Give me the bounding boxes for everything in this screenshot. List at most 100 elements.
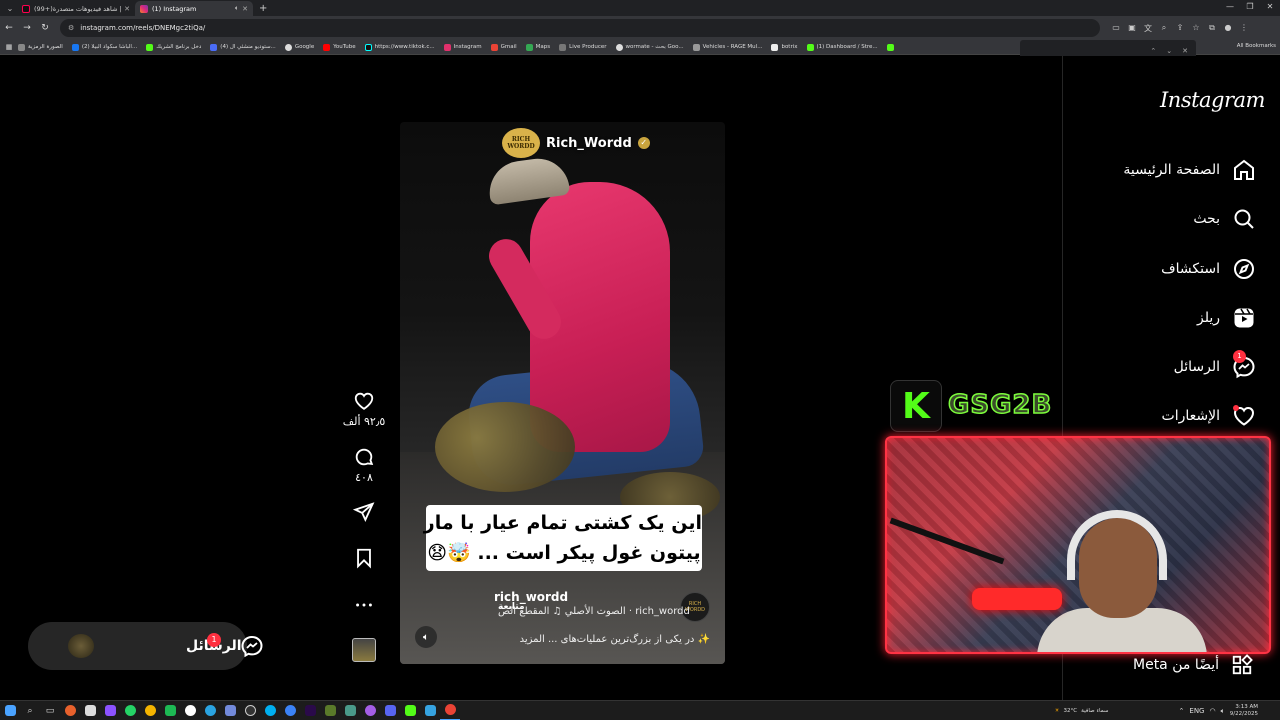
clock[interactable]: 3:13 AM 9/22/2025 <box>1230 704 1258 718</box>
weather-widget[interactable]: ☀ 32°C سماء صافية <box>1051 708 1109 714</box>
bookmark-item[interactable]: botrix <box>771 43 798 51</box>
instagram-logo[interactable]: Instagram <box>1160 88 1265 112</box>
bookmark-item[interactable]: Gmail <box>490 43 517 51</box>
app-icon[interactable] <box>280 701 300 720</box>
bookmark-item[interactable]: Google <box>284 43 314 51</box>
reload-icon[interactable]: ↻ <box>36 23 54 33</box>
bookmark-item[interactable] <box>886 43 897 51</box>
obs-icon[interactable] <box>240 701 260 720</box>
all-bookmarks-button[interactable]: All Bookmarks <box>1237 43 1276 49</box>
tab-search-icon[interactable]: ⌄ <box>3 1 17 15</box>
app-icon[interactable] <box>360 701 380 720</box>
reel-watermark: RICH WORDD Rich_Wordd ✓ <box>502 128 650 158</box>
close-window-icon[interactable]: ✕ <box>1260 0 1280 14</box>
app-icon[interactable] <box>220 701 240 720</box>
sidebar-item-messages[interactable]: 1 الرسائل <box>1174 350 1256 379</box>
share-button[interactable] <box>338 501 390 523</box>
weather-icon: ☀ <box>1054 708 1060 714</box>
app-icon[interactable] <box>60 701 80 720</box>
app-icon[interactable] <box>160 701 180 720</box>
bookmark-item[interactable]: Vehicles - RAGE Mul... <box>692 43 762 51</box>
audio-thumbnail[interactable] <box>352 638 376 662</box>
audio-label[interactable]: rich_wordd · الصوت الأصلي ♫ المقطع الص <box>498 606 690 617</box>
bookmark-item[interactable]: (2) الباشا سكواد البيلا... <box>71 43 137 51</box>
tab-tiktok[interactable]: (99+)شاهد فيديوهات متصدرة | ✕ <box>17 1 135 16</box>
sidebar-item-notifications[interactable]: الإشعارات <box>1162 404 1256 428</box>
bookmark-item[interactable]: دخل برنامج الشريك <box>146 43 201 51</box>
new-tab-icon[interactable]: + <box>259 3 267 14</box>
close-tab-icon[interactable]: ✕ <box>242 5 248 13</box>
close-tab-icon[interactable]: ✕ <box>124 5 130 13</box>
menu-icon[interactable]: ⋮ <box>1236 23 1252 34</box>
forward-icon[interactable]: → <box>18 23 36 33</box>
app-icon[interactable] <box>320 701 340 720</box>
tab-instagram[interactable]: (1) Instagram 🔈︎ ✕ <box>135 1 253 16</box>
volume-icon[interactable]: 🔈︎ <box>415 626 437 648</box>
start-icon[interactable] <box>0 701 20 720</box>
find-next-icon[interactable]: ⌄ <box>1166 47 1172 55</box>
url-input[interactable]: ⚙ instagram.com/reels/DNEMgc2tiQa/ <box>60 19 1100 37</box>
bookmark-item[interactable]: Maps <box>525 43 550 51</box>
bookmark-item[interactable]: الصورة الرمزية <box>18 43 63 51</box>
bookmark-item[interactable]: https://www.tiktok.c... <box>364 43 435 51</box>
profile-icon[interactable]: ● <box>1220 23 1236 34</box>
like-button[interactable]: ٩٢٫٥ ألف <box>338 390 390 428</box>
kick-icon <box>146 43 154 51</box>
home-icon <box>1232 158 1256 182</box>
back-icon[interactable]: ← <box>0 23 18 33</box>
bookmark-item[interactable]: wormate - بحث Goo... <box>615 43 684 51</box>
chrome-icon[interactable] <box>140 701 160 720</box>
app-icon[interactable] <box>380 701 400 720</box>
minimize-icon[interactable]: — <box>1220 0 1240 14</box>
save-button[interactable] <box>338 547 390 569</box>
app-icon[interactable] <box>80 701 100 720</box>
reel-author: RICH WORDD rich_wordd متابعة rich_wordd … <box>490 590 716 626</box>
screenshot-icon[interactable]: ▣ <box>1124 23 1140 34</box>
skype-icon[interactable] <box>260 701 280 720</box>
translate-icon[interactable]: 文 <box>1140 23 1156 34</box>
telegram-icon[interactable] <box>200 701 220 720</box>
sidebar-item-search[interactable]: بحث <box>1193 207 1256 231</box>
video-caption: این یک کشتی تمام عیار با مار پیتون غول پ… <box>424 505 702 571</box>
speaker-icon[interactable]: 🔈︎ <box>235 4 239 13</box>
find-close-icon[interactable]: ✕ <box>1182 47 1188 55</box>
sidebar-item-explore[interactable]: استكشاف <box>1161 257 1256 281</box>
bookmark-item[interactable]: YouTube <box>323 43 356 51</box>
site-info-icon[interactable]: ⚙ <box>68 24 74 32</box>
extensions-icon[interactable]: ⧉ <box>1204 23 1220 34</box>
bookmark-star-icon[interactable]: ☆ <box>1188 23 1204 34</box>
app-icon[interactable] <box>100 701 120 720</box>
more-options-button[interactable] <box>338 594 390 616</box>
chevron-up-icon[interactable]: ⌃ <box>1179 707 1185 715</box>
share-icon[interactable]: ⇪ <box>1172 23 1188 34</box>
bookmark-icon <box>18 43 25 51</box>
app-icon[interactable] <box>340 701 360 720</box>
bookmark-item[interactable]: (1) Dashboard / Stre... <box>806 43 878 51</box>
search-icon[interactable]: ⌕ <box>20 701 40 720</box>
notification-dot <box>1233 405 1239 411</box>
reel-description[interactable]: ✨ در یکی از بزرگ‌ترین عملیات‌های ... الم… <box>470 634 710 645</box>
sidebar-item-home[interactable]: الصفحة الرئيسية <box>1123 158 1256 182</box>
wifi-icon[interactable]: ◠ <box>1209 707 1215 715</box>
bookmark-item[interactable]: (4) ستوديو منشئي ال... <box>210 43 276 51</box>
lang-indicator[interactable]: ENG <box>1189 707 1204 715</box>
reel-video[interactable] <box>400 122 725 664</box>
task-view-icon[interactable]: ▭ <box>40 701 60 720</box>
cast-icon[interactable]: ▭ <box>1108 23 1124 34</box>
bookmark-item[interactable]: Live Producer <box>559 43 607 51</box>
app-icon[interactable] <box>420 701 440 720</box>
chrome-active-icon[interactable] <box>440 701 460 720</box>
restore-icon[interactable]: ❐ <box>1240 0 1260 14</box>
comment-button[interactable]: ٤٠٨ <box>338 446 390 484</box>
bookmark-item[interactable]: Instagram <box>443 43 482 51</box>
apps-icon[interactable]: ▦ <box>0 43 18 51</box>
whatsapp-icon[interactable] <box>120 701 140 720</box>
app-icon[interactable] <box>180 701 200 720</box>
sidebar-item-meta[interactable]: أيضًا من Meta <box>1133 654 1253 676</box>
sidebar-item-reels[interactable]: ريلز <box>1197 306 1256 330</box>
find-prev-icon[interactable]: ⌃ <box>1150 47 1156 55</box>
app-icon[interactable] <box>400 701 420 720</box>
premiere-icon[interactable] <box>300 701 320 720</box>
zoom-icon[interactable]: ⌕ <box>1156 23 1172 34</box>
volume-icon[interactable]: 🔈︎ <box>1221 707 1225 716</box>
